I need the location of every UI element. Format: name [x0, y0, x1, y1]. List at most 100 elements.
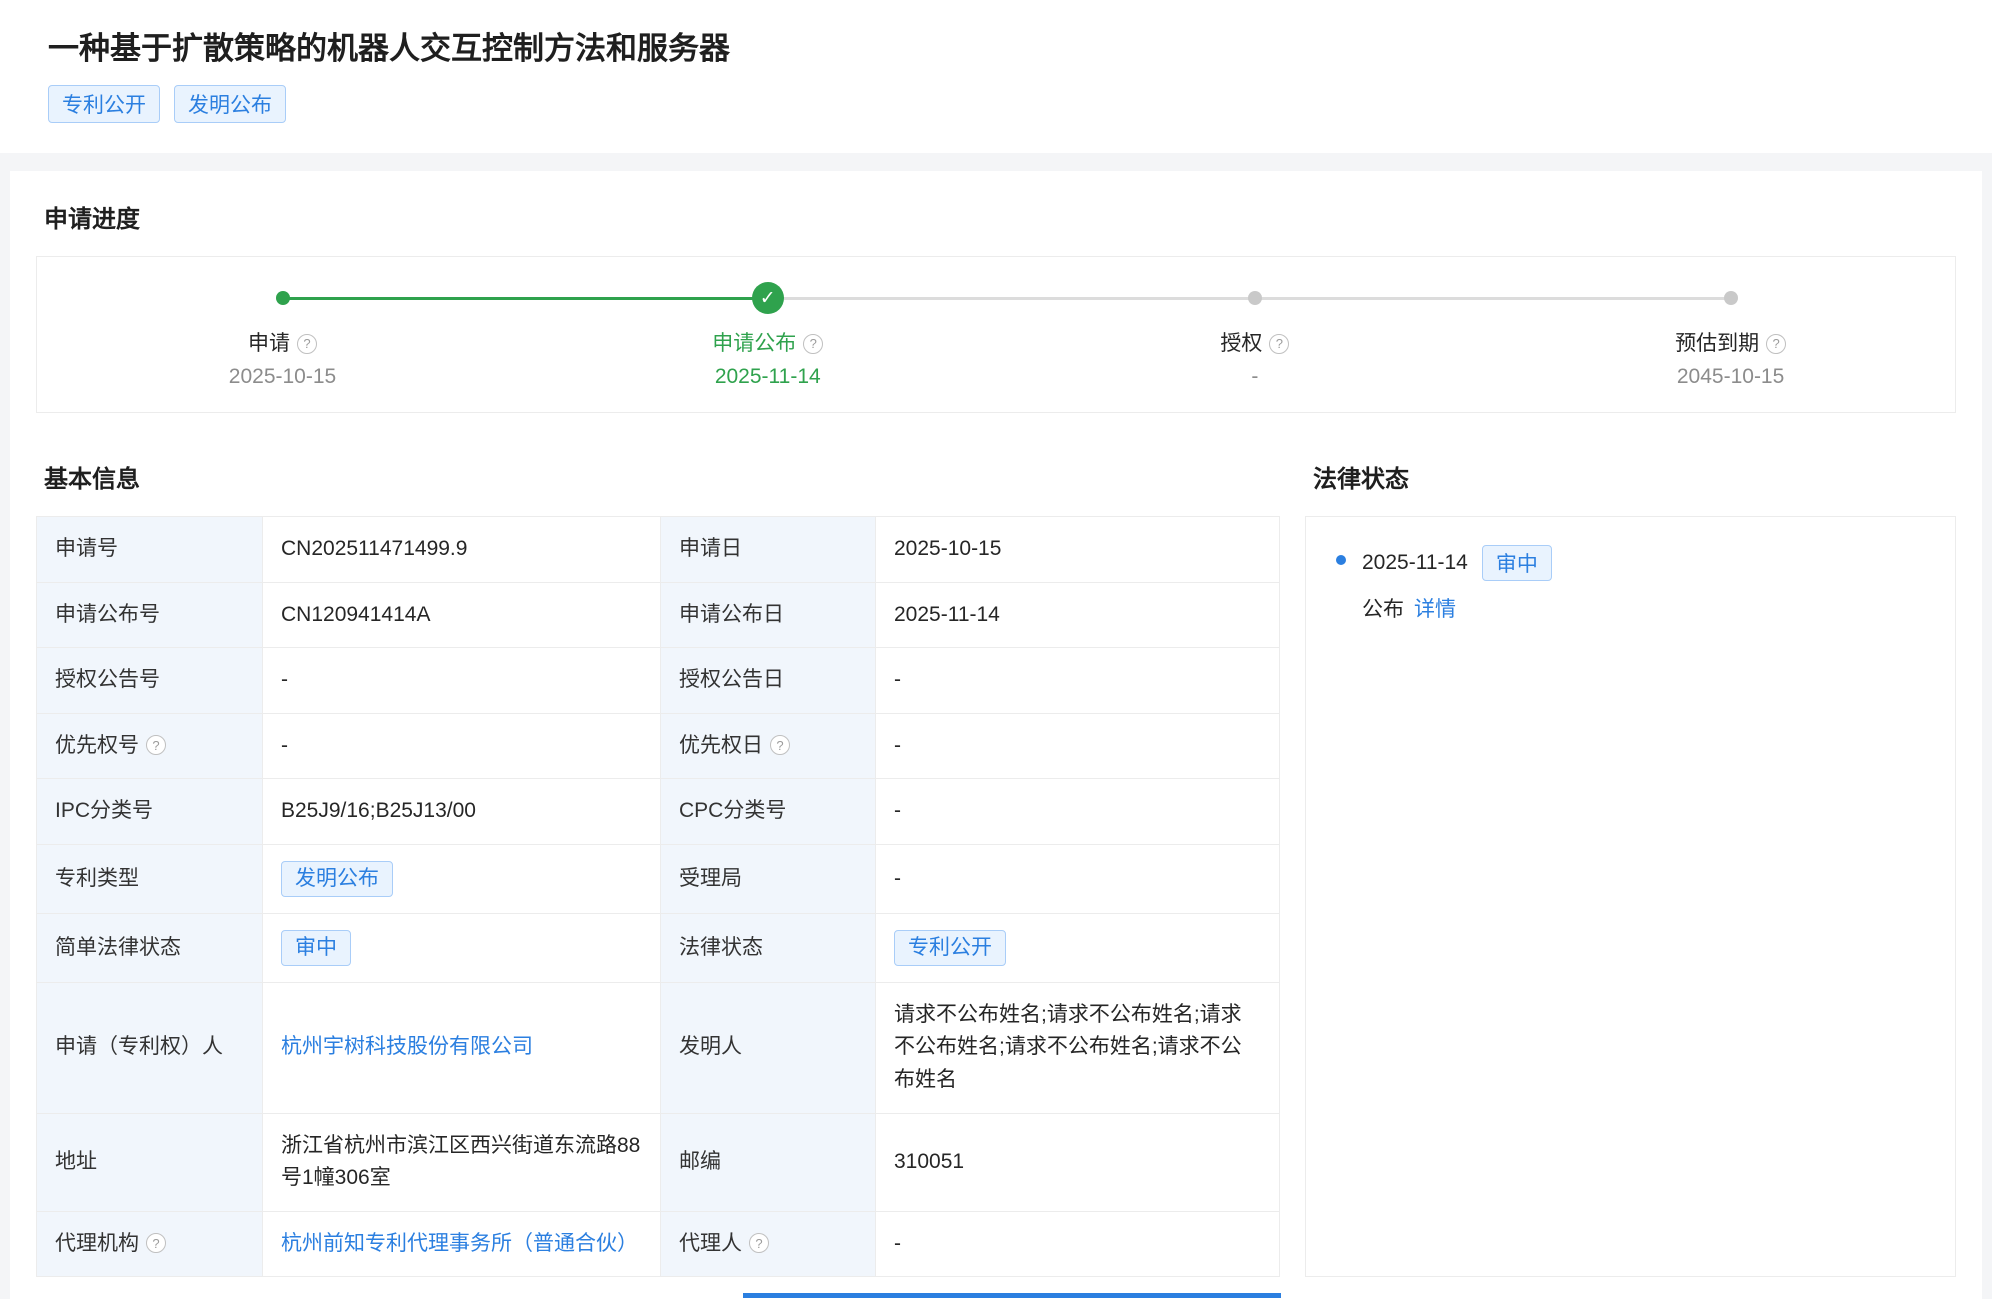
progress-section-title: 申请进度: [44, 199, 1956, 234]
applicant-link[interactable]: 杭州宇树科技股份有限公司: [281, 1035, 533, 1058]
agency-link[interactable]: 杭州前知专利代理事务所（普通合伙）: [281, 1232, 638, 1255]
pending-dot-icon: [1248, 291, 1262, 305]
invention-publication-badge: 发明公布: [174, 85, 286, 123]
step-label-text: 预估到期: [1675, 332, 1759, 355]
field-label: 邮编: [661, 1113, 876, 1211]
field-label: 申请公布日: [661, 582, 876, 648]
legal-entry-head: 2025-11-14 审中: [1362, 545, 1552, 581]
step-label: 申请公布?: [638, 327, 898, 357]
field-value-postcode: 310051: [876, 1113, 1280, 1211]
field-label: 发明人: [661, 982, 876, 1113]
help-icon[interactable]: ?: [770, 735, 790, 755]
progress-timeline: ✓ 申请? 2025-10-15 申请公布? 2025-11-14 授权? -: [36, 256, 1956, 413]
field-value-priority-number: -: [263, 713, 661, 779]
step-published: 申请公布? 2025-11-14: [638, 327, 898, 389]
field-label-text: 优先权号: [55, 734, 139, 757]
help-icon[interactable]: ?: [146, 1233, 166, 1253]
field-label: 优先权号?: [37, 713, 263, 779]
field-label: 申请公布号: [37, 582, 263, 648]
main-card: 申请进度 ✓ 申请? 2025-10-15 申请公布? 2025-11-14: [10, 171, 1982, 1299]
step-node-expiry: [1724, 291, 1738, 305]
field-value-application-date: 2025-10-15: [876, 517, 1280, 583]
field-value-grant-date: -: [876, 648, 1280, 714]
table-row: 代理机构? 杭州前知专利代理事务所（普通合伙） 代理人? -: [37, 1211, 1280, 1277]
help-icon[interactable]: ?: [803, 334, 823, 354]
step-label: 预估到期?: [1601, 327, 1861, 357]
field-label: 专利类型: [37, 844, 263, 913]
legal-entry-sub: 公布 详情: [1362, 593, 1552, 623]
check-circle-icon: ✓: [752, 282, 784, 314]
field-label: 优先权日?: [661, 713, 876, 779]
bottom-partial-blue-bar: [743, 1293, 1281, 1298]
field-value-address: 浙江省杭州市滨江区西兴街道东流路88号1幢306室: [263, 1113, 661, 1211]
step-date: 2025-10-15: [153, 365, 413, 389]
field-label: 申请（专利权）人: [37, 982, 263, 1113]
basic-info-table: 申请号 CN202511471499.9 申请日 2025-10-15 申请公布…: [36, 516, 1280, 1277]
field-label: 授权公告号: [37, 648, 263, 714]
basic-info-section-title: 基本信息: [44, 459, 1279, 494]
field-label: 简单法律状态: [37, 913, 263, 982]
step-label-text: 申请公布: [712, 332, 796, 355]
field-label: 申请日: [661, 517, 876, 583]
bullet-dot-icon: [1336, 555, 1346, 565]
help-icon[interactable]: ?: [1766, 334, 1786, 354]
field-value-application-number: CN202511471499.9: [263, 517, 661, 583]
legal-status-section-title: 法律状态: [1313, 459, 1956, 494]
legal-status-panel: 2025-11-14 审中 公布 详情: [1305, 516, 1956, 1277]
field-value-accepting-office: -: [876, 844, 1280, 913]
field-value-patent-type: 发明公布: [263, 844, 661, 913]
field-value-priority-date: -: [876, 713, 1280, 779]
step-label: 授权?: [1125, 327, 1385, 357]
step-node-granted: [1248, 291, 1262, 305]
field-value-ipc-class: B25J9/16;B25J13/00: [263, 779, 661, 845]
field-value-publication-number: CN120941414A: [263, 582, 661, 648]
timeline-segment-pending: [1255, 297, 1731, 300]
step-label-text: 授权: [1220, 332, 1262, 355]
table-row: 申请公布号 CN120941414A 申请公布日 2025-11-14: [37, 582, 1280, 648]
legal-status-tag[interactable]: 专利公开: [894, 930, 1006, 966]
simple-legal-status-tag[interactable]: 审中: [281, 930, 351, 966]
field-value-publication-date: 2025-11-14: [876, 582, 1280, 648]
field-label: 代理人?: [661, 1211, 876, 1277]
step-label-text: 申请: [248, 332, 290, 355]
field-label: IPC分类号: [37, 779, 263, 845]
table-row: 申请（专利权）人 杭州宇树科技股份有限公司 发明人 请求不公布姓名;请求不公布姓…: [37, 982, 1280, 1113]
legal-entry-action: 公布: [1362, 593, 1404, 623]
table-row: 授权公告号 - 授权公告日 -: [37, 648, 1280, 714]
patent-type-tag[interactable]: 发明公布: [281, 861, 393, 897]
patent-open-badge: 专利公开: [48, 85, 160, 123]
timeline-segment-pending: [768, 297, 1255, 300]
help-icon[interactable]: ?: [146, 735, 166, 755]
step-date: -: [1125, 365, 1385, 389]
help-icon[interactable]: ?: [1269, 334, 1289, 354]
field-label: CPC分类号: [661, 779, 876, 845]
field-value-grant-number: -: [263, 648, 661, 714]
help-icon[interactable]: ?: [749, 1233, 769, 1253]
done-dot-icon: [276, 291, 290, 305]
basic-info-section: 基本信息 申请号 CN202511471499.9 申请日 2025-10-15…: [36, 459, 1279, 1277]
step-date: 2025-11-14: [638, 365, 898, 389]
field-value-agency: 杭州前知专利代理事务所（普通合伙）: [263, 1211, 661, 1277]
table-row: 优先权号? - 优先权日? -: [37, 713, 1280, 779]
legal-entry-body: 2025-11-14 审中 公布 详情: [1362, 545, 1552, 623]
legal-status-entry: 2025-11-14 审中 公布 详情: [1336, 545, 1925, 623]
legal-entry-detail-link[interactable]: 详情: [1414, 593, 1456, 623]
field-label: 授权公告日: [661, 648, 876, 714]
field-label: 代理机构?: [37, 1211, 263, 1277]
help-icon[interactable]: ?: [297, 334, 317, 354]
field-value-agent: -: [876, 1211, 1280, 1277]
legal-entry-date: 2025-11-14: [1362, 551, 1468, 575]
step-granted: 授权? -: [1125, 327, 1385, 389]
step-date: 2045-10-15: [1601, 365, 1861, 389]
field-value-simple-legal-status: 审中: [263, 913, 661, 982]
field-label-text: 优先权日: [679, 734, 763, 757]
step-label: 申请?: [153, 327, 413, 357]
table-row: 地址 浙江省杭州市滨江区西兴街道东流路88号1幢306室 邮编 310051: [37, 1113, 1280, 1211]
header-tags: 专利公开 发明公布: [48, 85, 1944, 123]
page-header: 一种基于扩散策略的机器人交互控制方法和服务器 专利公开 发明公布: [0, 0, 1992, 153]
legal-entry-status-tag[interactable]: 审中: [1482, 545, 1552, 581]
step-node-filed: [276, 291, 290, 305]
pending-dot-icon: [1724, 291, 1738, 305]
field-value-inventors: 请求不公布姓名;请求不公布姓名;请求不公布姓名;请求不公布姓名;请求不公布姓名: [876, 982, 1280, 1113]
field-label: 申请号: [37, 517, 263, 583]
